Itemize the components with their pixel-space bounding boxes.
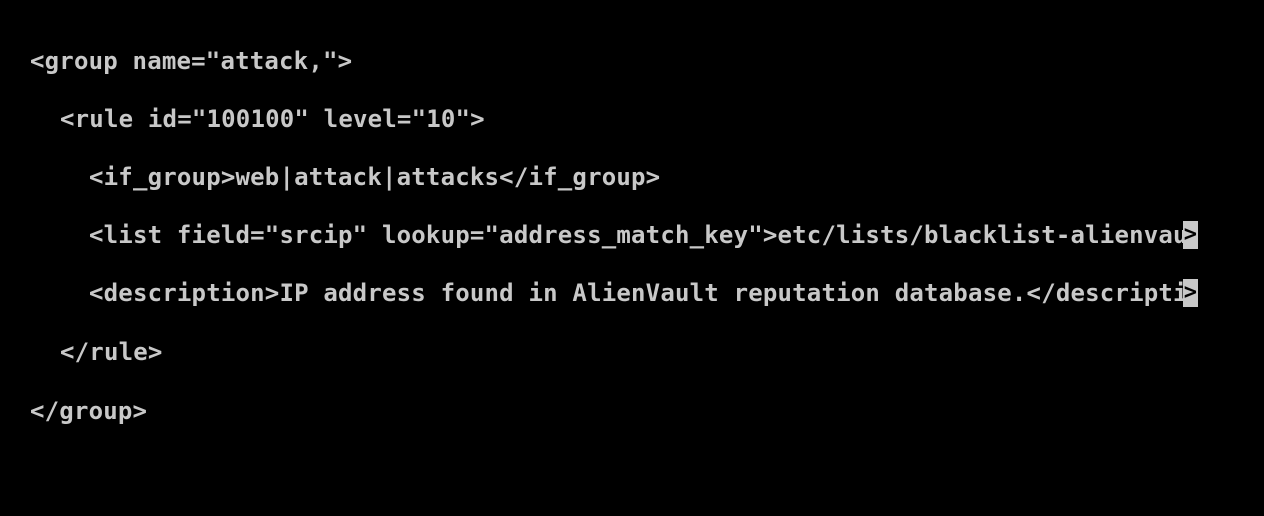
line-overflow-indicator-icon: > xyxy=(1183,221,1198,249)
code-line-group-close: </group> xyxy=(30,397,148,425)
code-line-description: <description>IP address found in AlienVa… xyxy=(89,279,1188,307)
line-overflow-indicator-icon: > xyxy=(1183,279,1198,307)
terminal-screen[interactable]: <group name="attack,"> <rule id="100100"… xyxy=(0,0,1264,516)
code-line-if-group: <if_group>web|attack|attacks</if_group> xyxy=(89,163,661,191)
code-line-list: <list field="srcip" lookup="address_matc… xyxy=(89,221,1188,249)
code-line-rule-open: <rule id="100100" level="10"> xyxy=(60,105,485,133)
code-line-group-open: <group name="attack,"> xyxy=(30,47,353,75)
code-line-rule-close: </rule> xyxy=(60,338,163,366)
